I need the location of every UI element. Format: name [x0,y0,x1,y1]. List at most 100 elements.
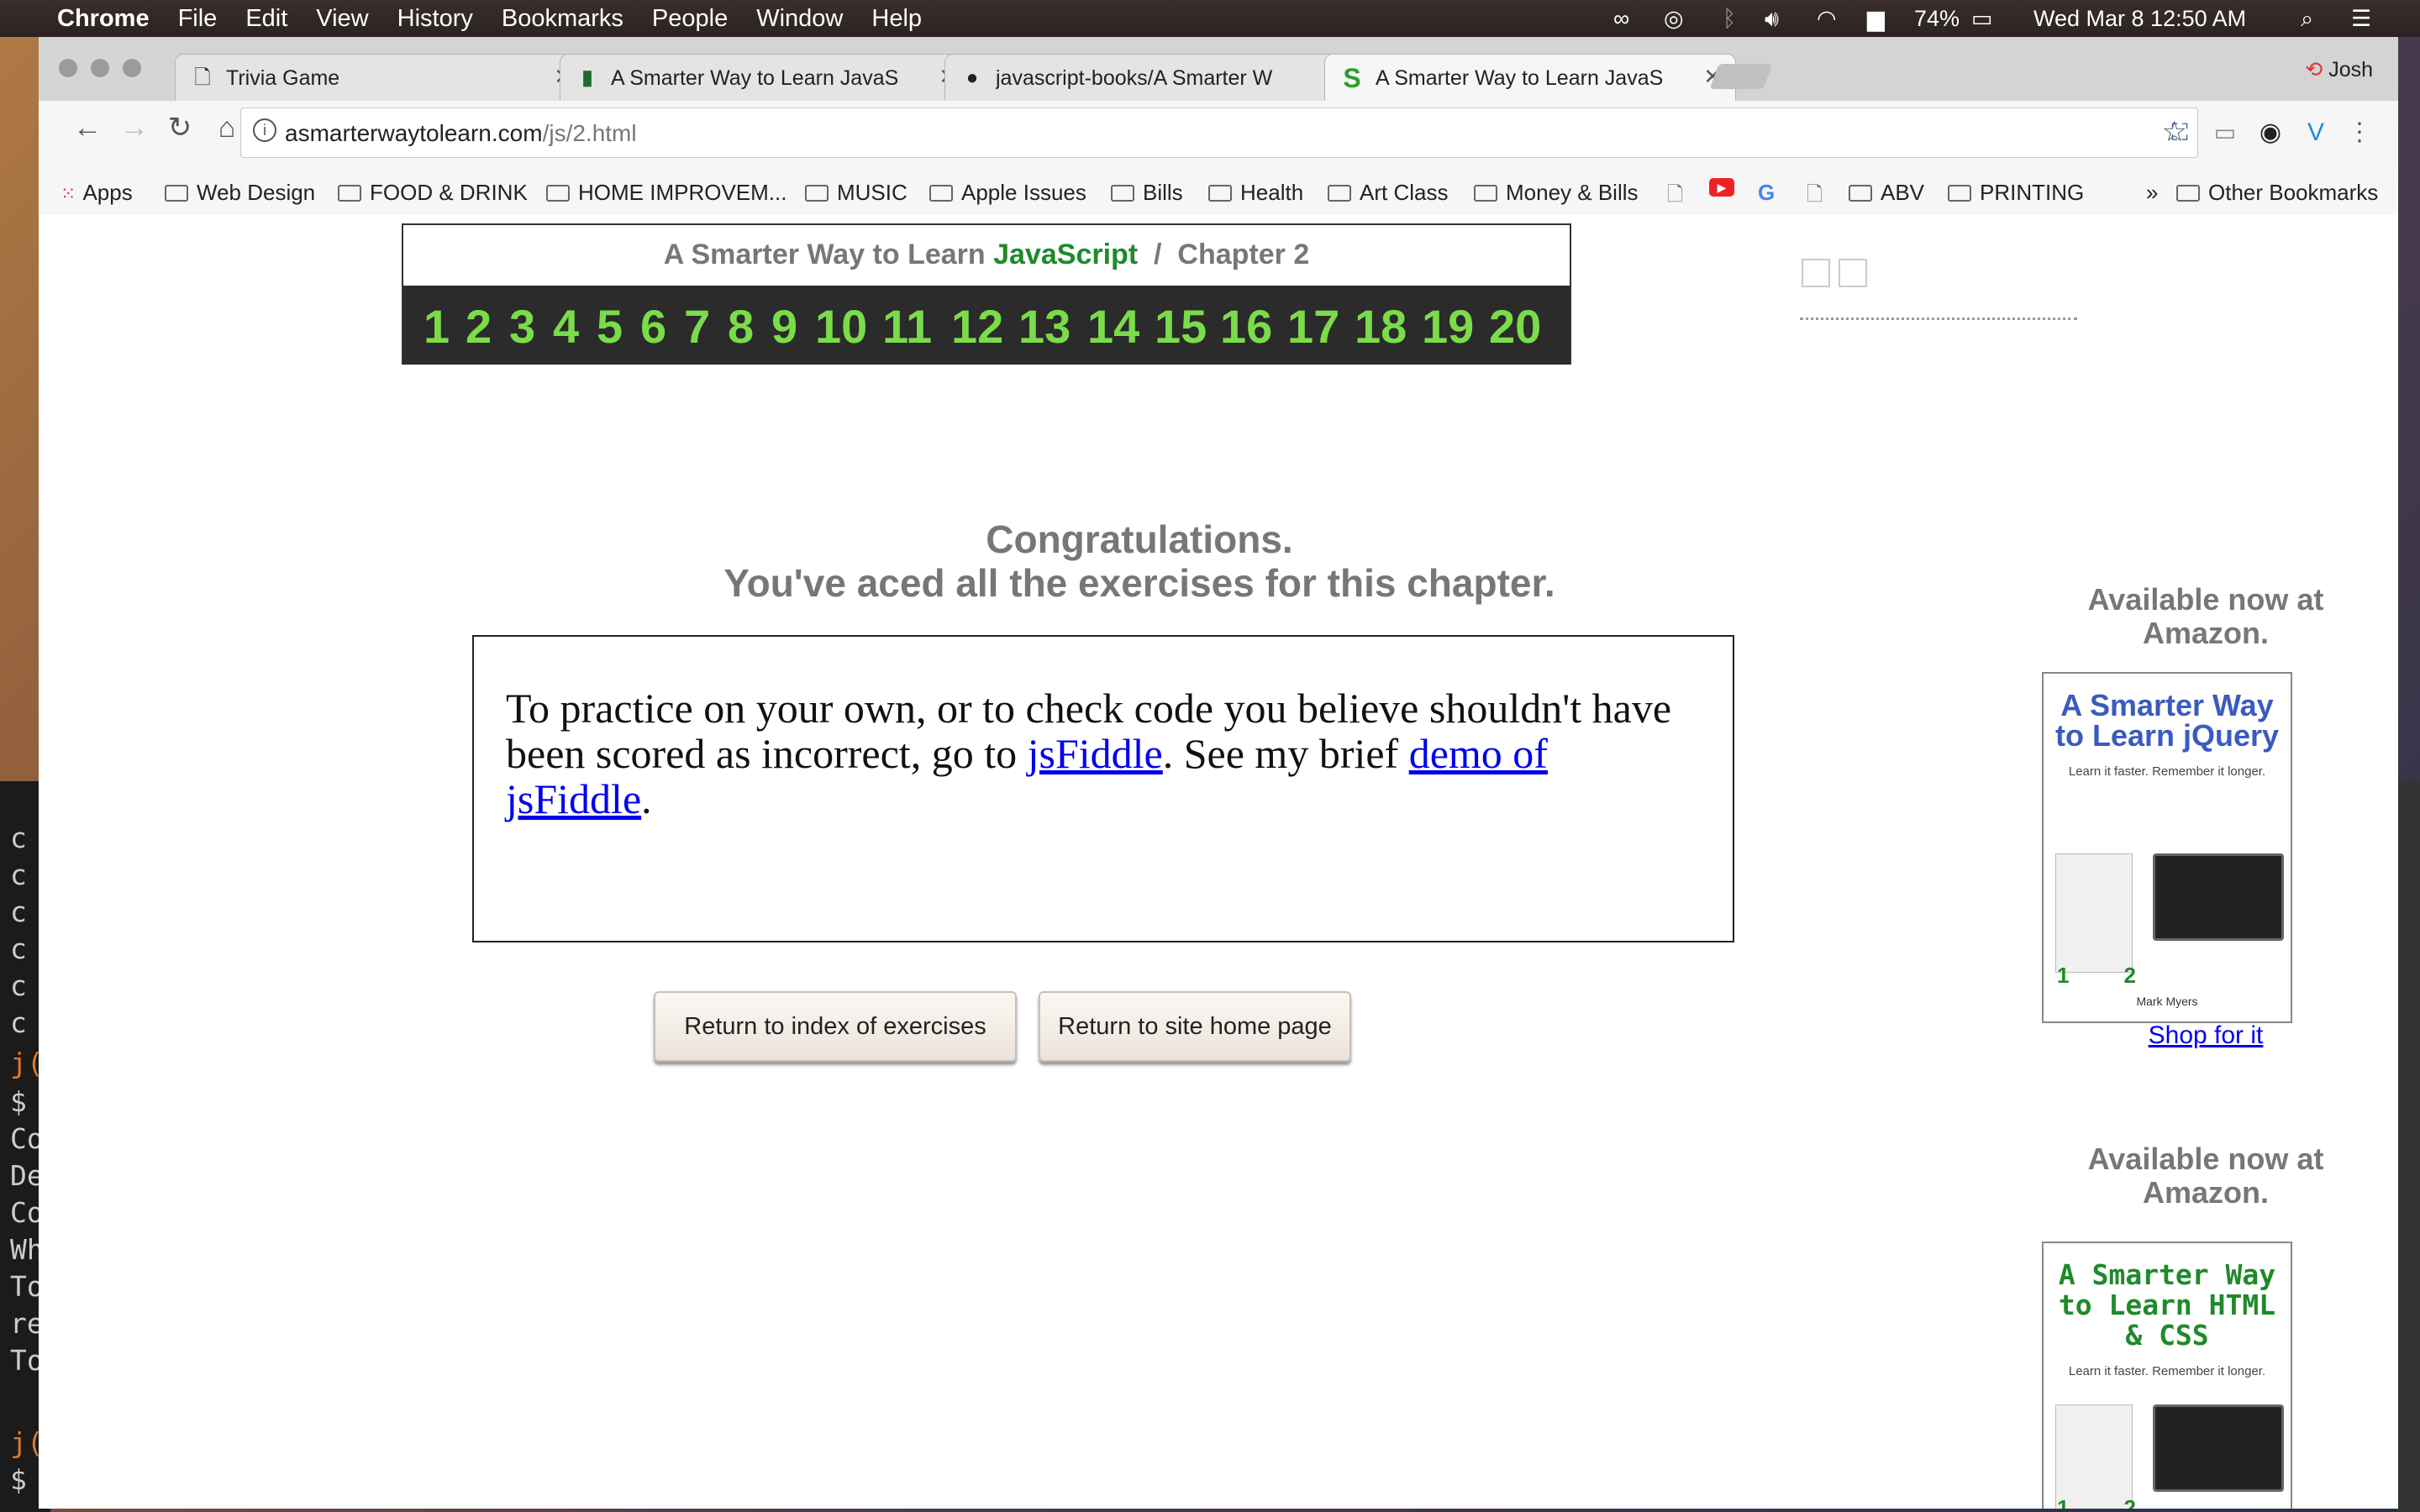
creative-cloud-icon[interactable]: ◎ [1664,7,1684,30]
menu-history[interactable]: History [397,5,473,33]
bookmark-apple-issues[interactable]: Apple Issues [929,180,1086,206]
bookmark-printing[interactable]: PRINTING [1948,180,2084,206]
chapter-link-14[interactable]: 14 [1087,299,1139,354]
folder-icon [338,185,361,202]
extension-cast-icon[interactable]: ▭ [2207,114,2244,151]
bookmark-apps[interactable]: ⁙ Apps [60,180,133,206]
menu-people[interactable]: People [652,5,728,33]
return-to-index-button[interactable]: Return to index of exercises [654,991,1017,1062]
chapter-link-12[interactable]: 12 [951,299,1003,354]
chrome-window: 🗋 Trivia Game ✕ ▮ A Smarter Way to Learn… [39,37,2398,1509]
menu-bookmarks[interactable]: Bookmarks [502,5,623,33]
clock[interactable]: Wed Mar 8 12:50 AM [2033,7,2246,30]
url-path: /js/2.html [542,120,637,146]
chapter-link-7[interactable]: 7 [684,299,710,354]
wifi-icon[interactable]: ◠ [1817,7,1837,30]
chapter-link-8[interactable]: 8 [728,299,754,354]
bookmarks-overflow-chevron[interactable]: » [2146,180,2158,206]
shop-for-it-link[interactable]: Shop for it [2033,1021,2378,1050]
chrome-menu-icon[interactable]: ⋮ [2341,114,2378,151]
reload-button[interactable]: ↻ [161,109,198,146]
laptop-illustration [2153,853,2284,941]
folder-icon [1111,185,1134,202]
bookmark-label: ABV [1881,180,1925,205]
chapter-link-5[interactable]: 5 [597,299,623,354]
jsfiddle-link[interactable]: jsFiddle [1028,730,1163,777]
dotted-divider [1800,318,2077,320]
menu-help[interactable]: Help [871,5,922,33]
google-icon[interactable]: G [1758,180,1775,206]
chapter-link-1[interactable]: 1 [424,299,450,354]
chapter-link-16[interactable]: 16 [1220,299,1272,354]
chapter-link-20[interactable]: 20 [1489,299,1541,354]
chapter-link-13[interactable]: 13 [1018,299,1071,354]
html-css-book-cover[interactable]: A Smarter Way to Learn HTML & CSS Learn … [2042,1242,2292,1509]
youtube-icon[interactable]: ▶ [1709,178,1734,197]
us-flag-icon[interactable]: ▆ [1867,7,1885,30]
bookmark-food-drink[interactable]: FOOD & DRINK [338,180,528,206]
battery-percent[interactable]: 74% [1914,7,1960,30]
tab-github[interactable]: ● javascript-books/A Smarter W ✕ [944,54,1356,101]
menu-window[interactable]: Window [756,5,843,33]
window-zoom-button[interactable] [123,59,141,77]
tab-smarter-way-1[interactable]: ▮ A Smarter Way to Learn JavaS ✕ [560,54,971,101]
chapter-link-18[interactable]: 18 [1355,299,1407,354]
bookmark-abv[interactable]: ABV [1849,180,1924,206]
address-bar[interactable]: i asmarterwaytolearn.com/js/2.html ☆ [240,108,2198,158]
document-icon: 🗋 [194,66,211,89]
info-icon[interactable]: i [253,118,276,142]
menu-file[interactable]: File [178,5,218,33]
spotlight-search-icon[interactable]: ⌕ [2301,7,2313,30]
laptop-illustration [2153,1404,2284,1492]
chapter-link-9[interactable]: 9 [771,299,797,354]
back-button[interactable]: ← [69,109,106,146]
profile-button[interactable]: ⟲ Josh [2305,57,2373,82]
chapter-link-3[interactable]: 3 [509,299,535,354]
jquery-book-cover[interactable]: A Smarter Way to Learn jQuery Learn it f… [2042,672,2292,1023]
chapter-link-19[interactable]: 19 [1422,299,1474,354]
chapter-link-15[interactable]: 15 [1155,299,1207,354]
macos-menu-bar: Chrome File Edit View History Bookmarks … [0,0,2420,37]
social-widget-box[interactable] [1802,259,1830,287]
bluetooth-icon[interactable]: ᛒ [1723,7,1736,30]
battery-icon[interactable]: ▭ [1971,7,1993,30]
bookmark-money-bills[interactable]: Money & Bills [1474,180,1639,206]
extension-color-picker-icon[interactable]: ◉ [2252,114,2289,151]
chapter-link-17[interactable]: 17 [1287,299,1339,354]
tab-title: A Smarter Way to Learn JavaS [611,66,899,90]
notification-center-icon[interactable]: ☰ [2351,7,2371,30]
bookmark-art-class[interactable]: Art Class [1328,180,1448,206]
window-close-button[interactable] [59,59,77,77]
menu-edit[interactable]: Edit [245,5,287,33]
chapter-link-2[interactable]: 2 [466,299,492,354]
bookmark-music[interactable]: MUSIC [805,180,908,206]
window-minimize-button[interactable] [91,59,109,77]
chapter-link-4[interactable]: 4 [553,299,579,354]
bookmark-page-icon[interactable]: 🗋 [1807,180,1823,214]
bookmark-label: Apps [82,180,133,205]
chapter-link-6[interactable]: 6 [640,299,666,354]
bookmark-web-design[interactable]: Web Design [165,180,315,206]
extension-v-icon[interactable]: V [2297,114,2334,151]
bookmark-home-improvement[interactable]: HOME IMPROVEM... [546,180,786,206]
menu-app-name[interactable]: Chrome [57,5,150,33]
new-tab-button[interactable] [1709,64,1773,89]
bookmark-other-bookmarks[interactable]: Other Bookmarks [2176,180,2378,206]
chapter-link-11[interactable]: 11 [882,299,932,354]
congrats-line-2: You've aced all the exercises for this c… [723,561,1555,605]
bookmark-page-icon[interactable]: 🗋 [1667,180,1683,214]
chapter-link-10[interactable]: 10 [815,299,867,354]
glasses-icon[interactable]: ∞ [1613,7,1629,30]
tab-smarter-way-active[interactable]: S A Smarter Way to Learn JavaS ✕ [1324,54,1736,101]
folder-icon [1474,185,1497,202]
forward-button[interactable]: → [116,109,153,146]
bookmark-health[interactable]: Health [1208,180,1303,206]
extension-screen-capture-icon[interactable]: ⛶ [2161,114,2198,151]
return-to-home-button[interactable]: Return to site home page [1039,991,1351,1062]
social-widget-box[interactable] [1839,259,1867,287]
bookmark-label: PRINTING [1980,180,2085,205]
menu-view[interactable]: View [316,5,368,33]
volume-icon[interactable]: 🔊︎ [1765,7,1779,30]
tab-trivia-game[interactable]: 🗋 Trivia Game ✕ [175,54,587,101]
bookmark-bills[interactable]: Bills [1111,180,1183,206]
